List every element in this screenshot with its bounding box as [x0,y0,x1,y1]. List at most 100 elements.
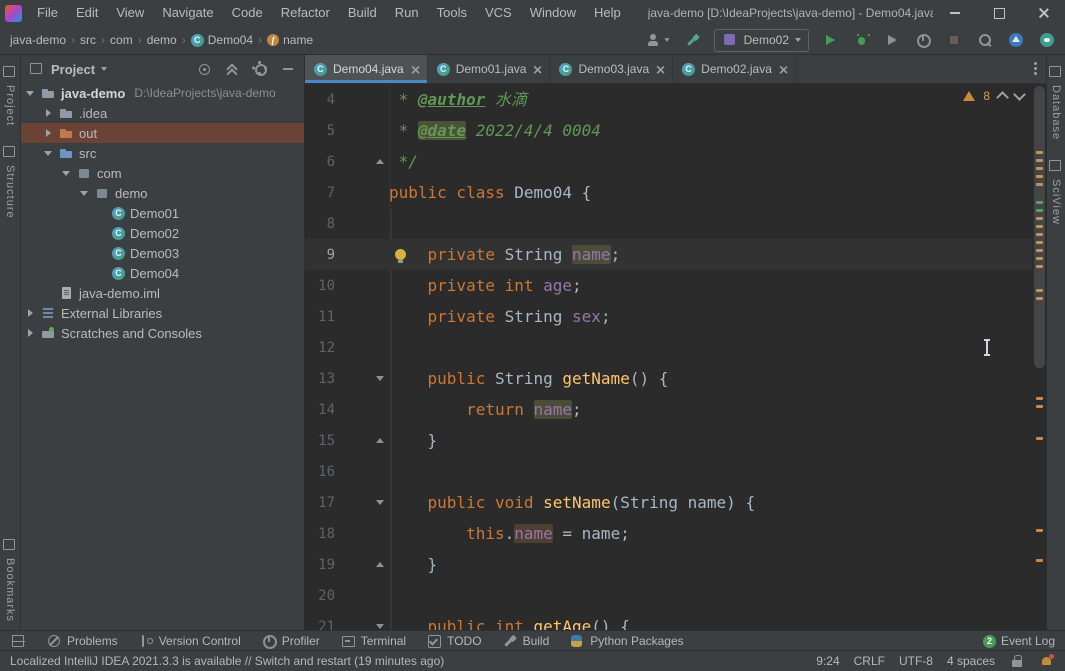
prev-problem-button[interactable] [996,91,1009,104]
tree-item-external-libraries[interactable]: External Libraries [21,303,304,323]
collapse-arrow-icon[interactable] [25,90,35,96]
warning-stripe-mark[interactable] [1036,405,1043,408]
collapse-arrow-icon[interactable] [43,150,53,156]
menu-navigate[interactable]: Navigate [153,0,222,26]
status-message[interactable]: Localized IntelliJ IDEA 2021.3.3 is avai… [10,654,816,668]
tree-item-java-demo[interactable]: java-demo D:\IdeaProjects\java-demo [21,83,304,103]
collapse-arrow-icon[interactable] [61,170,71,176]
tool-window-switcher-button[interactable] [10,633,26,649]
next-problem-button[interactable] [1013,88,1026,101]
run-with-coverage-button[interactable] [882,30,902,50]
collapse-arrow-icon[interactable] [79,190,89,196]
profile-button[interactable] [913,30,933,50]
notifications-button[interactable] [1039,653,1055,669]
breadcrumb-java-demo[interactable]: java-demo [8,33,68,47]
menu-code[interactable]: Code [223,0,272,26]
close-tab-icon[interactable] [533,66,539,72]
menu-vcs[interactable]: VCS [476,0,521,26]
stripe-database-button[interactable]: Database [1048,55,1064,149]
menu-run[interactable]: Run [386,0,428,26]
tab-demo04-java[interactable]: Demo04.java [305,55,428,83]
fold-marker[interactable] [371,562,389,567]
code-with-me-button[interactable] [1037,30,1057,50]
user-menu-button[interactable] [643,30,672,50]
close-tab-icon[interactable] [779,66,785,72]
hide-panel-button[interactable] [280,61,296,77]
warning-stripe-mark[interactable] [1036,397,1043,400]
tree-item-idea[interactable]: .idea [21,103,304,123]
tree-item-demo02[interactable]: Demo02 [21,223,304,243]
breadcrumb-demo[interactable]: demo [145,33,179,47]
tree-item-demo[interactable]: demo [21,183,304,203]
problems-button[interactable]: Problems [46,633,118,649]
editor-surface[interactable]: 4 * @author 水滴 5 * @date 2022/4/4 0004 6 *… [305,84,1046,631]
file-encoding[interactable]: UTF-8 [899,654,933,668]
tree-item-out[interactable]: out [21,123,304,143]
expand-arrow-icon[interactable] [43,129,53,137]
ide-update-button[interactable] [1006,30,1026,50]
select-opened-file-button[interactable] [196,61,212,77]
build-project-button[interactable] [683,30,703,50]
readonly-toggle-button[interactable] [1009,653,1025,669]
run-button[interactable] [820,30,840,50]
search-everywhere-button[interactable] [975,30,995,50]
expand-arrow-icon[interactable] [25,309,35,317]
menu-window[interactable]: Window [521,0,585,26]
tree-item-com[interactable]: com [21,163,304,183]
breadcrumb-com[interactable]: com [108,33,135,47]
warning-stripe-mark[interactable] [1036,437,1043,440]
stripe-sciview-button[interactable]: SciView [1048,149,1064,234]
breadcrumb-src[interactable]: src [78,33,98,47]
intention-bulb-icon[interactable] [395,249,406,263]
tab-demo01-java[interactable]: Demo01.java [428,55,551,83]
menu-file[interactable]: File [28,0,67,26]
event-log-button[interactable]: 2 Event Log [982,634,1055,648]
debug-button[interactable] [851,30,871,50]
build-button[interactable]: Build [502,633,550,649]
caret-position[interactable]: 9:24 [816,654,839,668]
indent-size[interactable]: 4 spaces [947,654,995,668]
stripe-structure-button[interactable]: Structure [2,135,18,228]
tree-item-src[interactable]: src [21,143,304,163]
menu-view[interactable]: View [107,0,153,26]
tab-demo03-java[interactable]: Demo03.java [550,55,674,83]
close-button[interactable] [1021,0,1065,26]
expand-arrow-icon[interactable] [43,109,53,117]
menu-edit[interactable]: Edit [67,0,107,26]
collapse-all-button[interactable] [224,61,240,77]
menu-help[interactable]: Help [585,0,630,26]
menu-refactor[interactable]: Refactor [272,0,339,26]
tree-item-demo03[interactable]: Demo03 [21,243,304,263]
expand-arrow-icon[interactable] [25,329,35,337]
fold-marker[interactable] [371,500,389,505]
tab-demo02-java[interactable]: Demo02.java [673,55,796,83]
maximize-button[interactable] [977,0,1021,26]
breadcrumb-demo04[interactable]: Demo04 [189,33,255,47]
tree-item-demo01[interactable]: Demo01 [21,203,304,223]
tab-options-button[interactable] [1025,55,1046,83]
settings-button[interactable] [252,61,268,77]
line-separator[interactable]: CRLF [854,654,885,668]
stripe-project-button[interactable]: Project [2,55,18,135]
python-packages-button[interactable]: Python Packages [569,633,684,649]
menu-tools[interactable]: Tools [428,0,476,26]
todo-button[interactable]: TODO [426,633,482,649]
breadcrumb-name[interactable]: name [265,33,315,47]
project-panel-title[interactable]: Project [51,62,95,77]
tree-item-demo04[interactable]: Demo04 [21,263,304,283]
stop-button[interactable] [944,30,964,50]
menu-build[interactable]: Build [339,0,386,26]
terminal-button[interactable]: Terminal [340,633,406,649]
fold-marker[interactable] [371,438,389,443]
warning-stripe-mark[interactable] [1036,559,1043,562]
fold-marker[interactable] [371,624,389,629]
scrollbar-thumb[interactable] [1034,86,1045,368]
warning-stripe-mark[interactable] [1036,529,1043,532]
minimize-button[interactable] [933,0,977,26]
fold-marker[interactable] [371,376,389,381]
close-tab-icon[interactable] [411,66,417,72]
run-config-selector[interactable]: Demo02 [713,28,809,52]
version-control-button[interactable]: Version Control [138,633,241,649]
profiler-button[interactable]: Profiler [261,633,320,649]
stripe-bookmarks-button[interactable]: Bookmarks [2,528,18,631]
